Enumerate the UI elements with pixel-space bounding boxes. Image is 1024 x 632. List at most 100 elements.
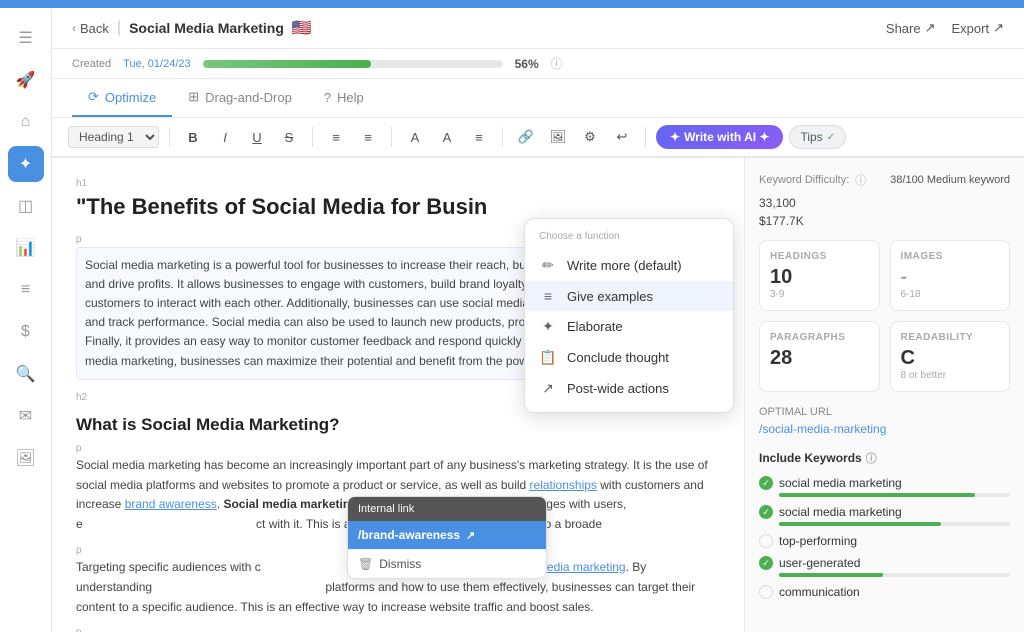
readability-value: C [901,347,1000,370]
kw-name-5: communication [779,585,860,599]
undo-button[interactable]: ↩ [609,124,635,150]
sidebar-icon-list[interactable]: ≡ [8,272,44,308]
ai-write-more[interactable]: ✏ Write more (default) [525,250,733,281]
dismiss-button[interactable]: 🗑 Dismiss [348,549,546,578]
export-button[interactable]: Export ↗ [952,20,1004,36]
underline-button[interactable]: U [244,124,270,150]
align-button[interactable]: ≡ [466,124,492,150]
ai-post-wide[interactable]: ↗ Post-wide actions [525,373,733,404]
stats-grid: HEADINGS 10 3-9 IMAGES - 6-18 PARAGRAPHS… [759,240,1010,392]
header-separator: | [117,19,121,37]
ai-give-examples-label: Give examples [567,289,653,304]
kw-check-1: ✓ [759,476,773,490]
keyword-item-4: ✓ user-generated [759,556,1010,577]
sidebar-icon-magic[interactable]: ✦ [8,146,44,182]
editor-panel[interactable]: h1 "The Benefits of Social Media for Bus… [52,158,744,632]
write-ai-label: Write with AI ✦ [684,130,769,144]
relationships-link[interactable]: relationships [530,478,597,492]
kd-label: Keyword Difficulty: [759,174,849,186]
trash-icon: 🗑 [358,557,373,571]
export-label: Export [952,21,990,36]
tips-toggle[interactable]: Tips ✓ [789,125,846,149]
progress-track [203,60,503,68]
kd-value: 38/100 Medium keyword [890,174,1010,186]
image-button[interactable]: 🖼 [545,124,571,150]
content-area: ‹ Back | Social Media Marketing 🇺🇸 Share… [52,8,1024,632]
internal-link-url[interactable]: /brand-awareness ↗ [348,521,546,549]
optimal-url-label: OPTIMAL URL [759,406,1010,418]
stat-images: IMAGES - 6-18 [890,240,1011,311]
kw-bar-fill-2 [779,522,941,526]
sidebar-icon-currency[interactable]: $ [8,314,44,350]
sidebar-icon-rocket[interactable]: 🚀 [8,62,44,98]
font-color-button[interactable]: A [402,124,428,150]
tab-toolbar-area: ⟳ Optimize ⊞ Drag-and-Drop ? Help [52,79,1024,158]
back-chevron-icon: ‹ [72,21,76,35]
sidebar-icon-chart[interactable]: 📊 [8,230,44,266]
highlight-button[interactable]: A [434,124,460,150]
sidebar-icon-home[interactable]: ⌂ [8,104,44,140]
ai-elaborate-label: Elaborate [567,319,623,334]
italic-button[interactable]: I [212,124,238,150]
tab-help-label: Help [337,90,364,105]
write-ai-button[interactable]: ✦ Write with AI ✦ [656,125,783,149]
kd-info-icon[interactable]: ⓘ [855,172,866,188]
bullet-list-button[interactable]: ≡ [323,124,349,150]
progress-info-icon[interactable]: ⓘ [551,55,563,72]
conclude-icon: 📋 [539,349,557,366]
include-keywords-text: Include Keywords [759,451,862,465]
keyword-item-3: top-performing [759,534,1010,548]
tips-label: Tips [800,130,822,144]
include-kw-info-icon[interactable]: ⓘ [866,450,877,466]
ai-elaborate[interactable]: ✦ Elaborate [525,311,733,342]
sidebar-icon-layers[interactable]: ◫ [8,188,44,224]
ai-conclude[interactable]: 📋 Conclude thought [525,342,733,373]
readability-label: READABILITY [901,332,1000,343]
progress-bar-area: Created Tue, 01/24/23 56% ⓘ [52,49,1024,79]
toolbar-divider-5 [645,127,646,147]
bold-button[interactable]: B [180,124,206,150]
tab-bar: ⟳ Optimize ⊞ Drag-and-Drop ? Help [52,79,1024,118]
heading-select[interactable]: Heading 1 Heading 2 Paragraph [68,126,159,148]
strikethrough-button[interactable]: S [276,124,302,150]
header-bar: ‹ Back | Social Media Marketing 🇺🇸 Share… [52,8,1024,49]
ordered-list-button[interactable]: ≡ [355,124,381,150]
page-title: Social Media Marketing [129,20,284,36]
optimal-url-value: /social-media-marketing [759,422,1010,436]
dismiss-label: Dismiss [379,557,421,571]
keyword-item-5: communication [759,585,1010,599]
include-keywords-label: Include Keywords ⓘ [759,450,1010,466]
back-label: Back [80,21,109,36]
brand-awareness-link[interactable]: brand awareness [125,497,217,511]
back-button[interactable]: ‹ Back [72,21,109,36]
sidebar-icon-image[interactable]: 🖼 [8,440,44,476]
images-label: IMAGES [901,251,1000,262]
tab-optimize[interactable]: ⟳ Optimize [72,79,172,117]
share-button[interactable]: Share ↗ [886,20,936,36]
flag-icon: 🇺🇸 [292,18,312,38]
paragraphs-label: PARAGRAPHS [770,332,869,343]
paragraphs-value: 28 [770,347,869,370]
stat-paragraphs: PARAGRAPHS 28 [759,321,880,392]
kw-bar-fill-4 [779,573,883,577]
top-bar [0,0,1024,8]
post-wide-icon: ↗ [539,380,557,397]
created-date: Tue, 01/24/23 [123,58,190,70]
images-value: - [901,266,1000,289]
sidebar-icon-mail[interactable]: ✉ [8,398,44,434]
link-button[interactable]: 🔗 [513,124,539,150]
tab-drag-drop[interactable]: ⊞ Drag-and-Drop [172,79,308,117]
settings-button[interactable]: ⚙ [577,124,603,150]
sidebar-icon-search[interactable]: 🔍 [8,356,44,392]
progress-percent: 56% [515,57,539,71]
header-right: Share ↗ Export ↗ [886,20,1004,36]
article-h2[interactable]: What is Social Media Marketing? [76,415,720,435]
tab-help[interactable]: ? Help [308,80,380,117]
sidebar-icon-menu[interactable]: ☰ [8,20,44,56]
ai-post-wide-label: Post-wide actions [567,381,669,396]
keyword-item-2-header: ✓ social media marketing [759,505,1010,519]
headings-value: 10 [770,266,869,289]
ai-give-examples[interactable]: ≡ Give examples [525,281,733,311]
export-icon: ↗ [993,20,1004,36]
kd-volume: 33,100 [759,196,1010,210]
